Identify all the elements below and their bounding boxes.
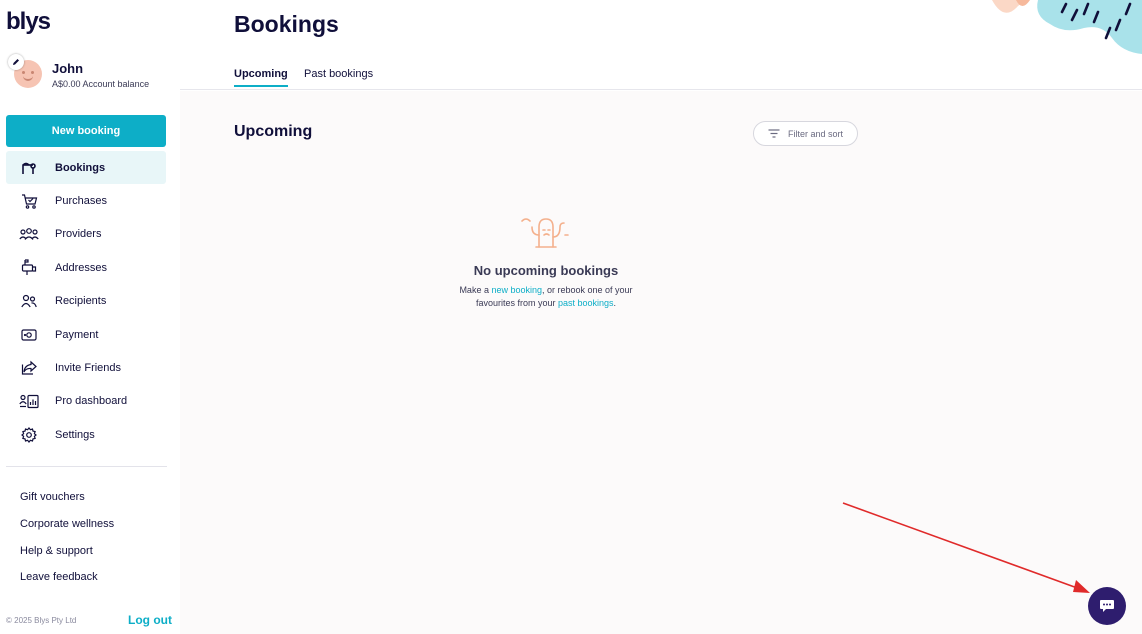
sidebar-item-purchases[interactable]: Purchases xyxy=(6,184,166,217)
sidebar-item-bookings[interactable]: Bookings xyxy=(6,151,166,185)
gear-icon xyxy=(19,426,39,444)
sidebar-item-settings[interactable]: Settings xyxy=(6,418,166,451)
annotation-arrow xyxy=(842,502,1090,593)
mailbox-icon xyxy=(19,259,39,277)
empty-state-text-part: favourites from your xyxy=(475,298,558,308)
filter-icon xyxy=(768,129,780,138)
past-bookings-link[interactable]: past bookings xyxy=(558,298,614,308)
sidebar-item-invite-friends[interactable]: Invite Friends xyxy=(6,351,166,384)
sidebar-divider xyxy=(6,466,167,467)
sidebar-nav: Bookings Purchases Providers Addresses R… xyxy=(6,151,166,452)
empty-state-text: Make a new booking, or rebook one of you… xyxy=(180,284,912,310)
decorative-pattern xyxy=(992,0,1142,54)
sidebar-item-label: Addresses xyxy=(55,261,107,274)
payment-icon xyxy=(19,326,39,344)
filter-sort-button[interactable]: Filter and sort xyxy=(753,121,858,146)
sidebar-item-addresses[interactable]: Addresses xyxy=(6,251,166,284)
tab-past-bookings[interactable]: Past bookings xyxy=(304,68,373,85)
page-header: Bookings Upcoming Past bookings xyxy=(180,0,1142,90)
pro-dashboard-icon xyxy=(19,392,39,410)
tab-upcoming[interactable]: Upcoming xyxy=(234,68,288,87)
new-booking-link[interactable]: new booking xyxy=(491,285,542,295)
gift-vouchers-link[interactable]: Gift vouchers xyxy=(20,484,114,511)
sidebar-links: Gift vouchers Corporate wellness Help & … xyxy=(20,484,114,591)
filter-sort-label: Filter and sort xyxy=(787,128,844,139)
profile-name: John xyxy=(52,61,84,76)
sidebar-item-providers[interactable]: Providers xyxy=(6,218,166,251)
recipients-icon xyxy=(19,292,39,310)
providers-icon xyxy=(19,225,39,243)
sidebar-item-label: Bookings xyxy=(55,161,106,174)
sidebar: blys John A$0.00 Account balance New boo… xyxy=(0,0,180,634)
help-support-link[interactable]: Help & support xyxy=(20,537,114,564)
copyright-text: © 2025 Blys Pty Ltd xyxy=(6,616,77,625)
sidebar-item-label: Purchases xyxy=(55,195,107,208)
account-balance: A$0.00 Account balance xyxy=(52,79,150,89)
page-title: Bookings xyxy=(234,11,339,37)
empty-state-text-part: . xyxy=(613,298,617,308)
share-icon xyxy=(19,359,39,377)
corporate-wellness-link[interactable]: Corporate wellness xyxy=(20,511,114,538)
sidebar-item-pro-dashboard[interactable]: Pro dashboard xyxy=(6,385,166,418)
edit-avatar-icon[interactable] xyxy=(8,54,24,70)
cart-icon xyxy=(19,192,39,210)
leave-feedback-link[interactable]: Leave feedback xyxy=(20,564,114,591)
cactus-illustration-icon xyxy=(521,218,569,248)
user-profile[interactable]: John A$0.00 Account balance xyxy=(8,54,178,94)
sidebar-item-label: Settings xyxy=(55,428,95,441)
bookings-icon xyxy=(19,159,39,177)
sidebar-item-label: Recipients xyxy=(55,295,107,308)
sidebar-item-recipients[interactable]: Recipients xyxy=(6,285,166,318)
sidebar-item-label: Providers xyxy=(55,228,102,241)
empty-state-title: No upcoming bookings xyxy=(473,263,619,278)
empty-state-text-part: , or rebook one of your xyxy=(542,285,633,295)
chat-icon xyxy=(1100,600,1114,612)
sidebar-item-label: Payment xyxy=(55,328,99,341)
section-title: Upcoming xyxy=(234,123,313,140)
chat-button[interactable] xyxy=(1088,587,1126,625)
sidebar-item-label: Invite Friends xyxy=(55,362,122,375)
logout-link[interactable]: Log out xyxy=(128,613,172,627)
sidebar-item-payment[interactable]: Payment xyxy=(6,318,166,351)
empty-state-text-part: Make a xyxy=(459,285,492,295)
new-booking-button[interactable]: New booking xyxy=(6,115,166,147)
sidebar-item-label: Pro dashboard xyxy=(55,395,128,408)
blys-logo[interactable]: blys xyxy=(6,8,51,36)
